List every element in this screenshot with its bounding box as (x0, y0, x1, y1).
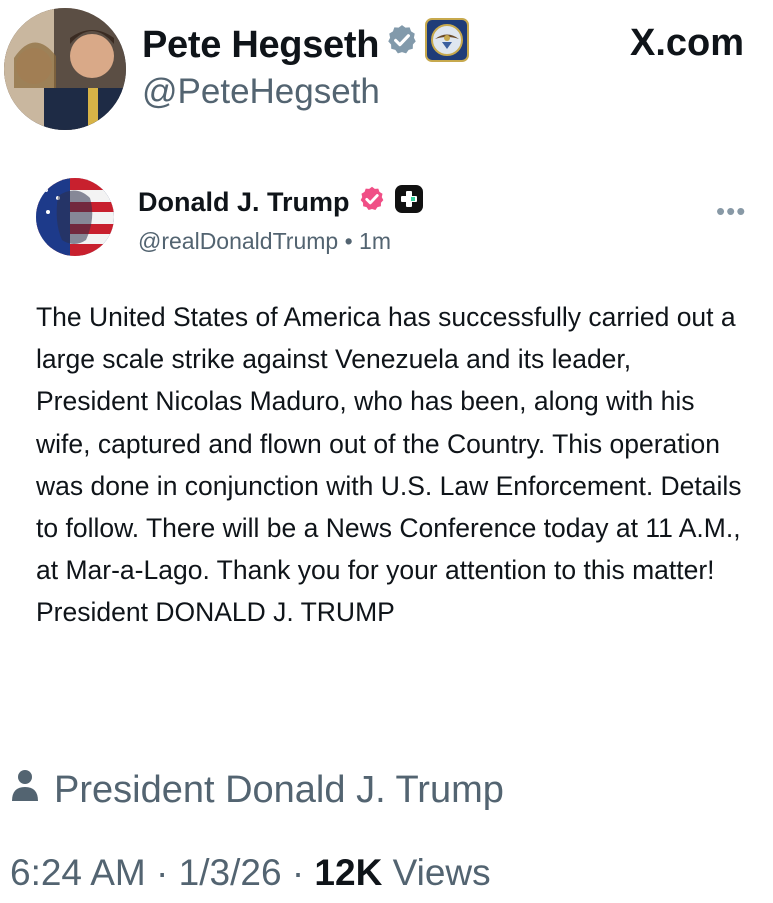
outer-author-handle[interactable]: @PeteHegseth (142, 72, 380, 112)
outer-author-name[interactable]: Pete Hegseth (142, 24, 379, 67)
person-icon (10, 768, 40, 812)
embedded-post-meta: @realDonaldTrump • 1m (138, 228, 391, 255)
outer-author-avatar[interactable] (4, 8, 126, 130)
site-label: X.com (630, 22, 744, 65)
embedded-author-handle[interactable]: @realDonaldTrump (138, 228, 338, 254)
attribution-row: President Donald J. Trump (10, 768, 504, 812)
truth-plus-badge-icon (394, 184, 424, 221)
embedded-author-name[interactable]: Donald J. Trump (138, 187, 350, 218)
verified-pink-badge-icon (358, 185, 386, 220)
footer-dot: · (291, 852, 305, 893)
attribution-text[interactable]: President Donald J. Trump (54, 769, 504, 812)
dept-defense-seal-icon (425, 18, 470, 72)
more-options-icon[interactable]: ••• (716, 196, 746, 227)
x-logo-text: X.com (630, 22, 745, 64)
post-time[interactable]: 6:24 AM (10, 852, 146, 893)
outer-author-name-row: Pete Hegseth (142, 18, 470, 72)
views-label: Views (392, 852, 491, 893)
verified-gray-badge-icon (385, 23, 419, 67)
post-footer: 6:24 AM · 1/3/26 · 12K Views (10, 852, 491, 894)
embedded-post-time[interactable]: 1m (359, 228, 391, 254)
embedded-author-name-row: Donald J. Trump (138, 184, 424, 221)
embedded-post-body: The United States of America has success… (36, 302, 742, 628)
post-date[interactable]: 1/3/26 (179, 852, 282, 893)
embedded-author-avatar[interactable] (36, 178, 114, 256)
meta-separator: • (344, 228, 353, 254)
views-count[interactable]: 12K (314, 852, 382, 893)
footer-dot: · (156, 852, 169, 893)
